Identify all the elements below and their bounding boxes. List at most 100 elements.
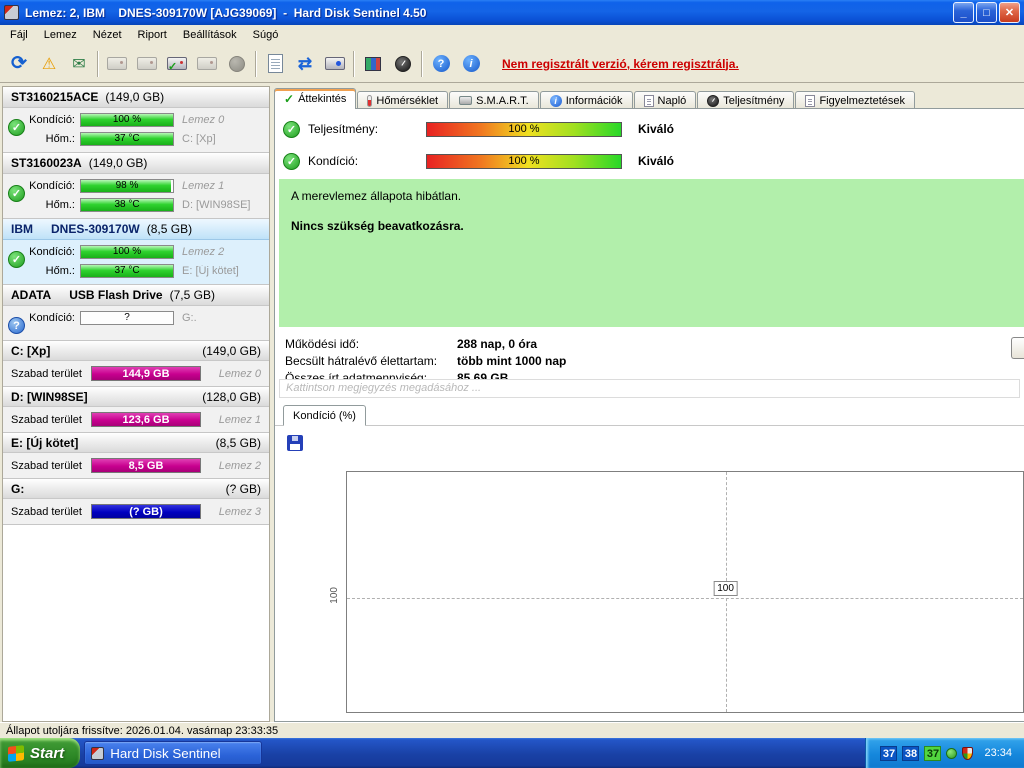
document-icon — [643, 94, 654, 107]
partition-header: D: [WIN98SE] (128,0 GB) — [3, 387, 269, 407]
disk-vendor: IBM — [11, 222, 33, 236]
disk-index: Lemez 1 — [182, 179, 225, 192]
tab-smart[interactable]: S.M.A.R.T. — [449, 91, 539, 109]
partition-list-item[interactable]: C: [Xp] (149,0 GB) Szabad terület 144,9 … — [3, 341, 269, 387]
save-chart-button[interactable] — [285, 433, 305, 453]
menu-view[interactable]: Nézet — [85, 26, 130, 44]
condition-bar: 100 % — [80, 244, 174, 259]
temperature-bar: 38 °C — [80, 197, 174, 212]
partition-list-item[interactable]: D: [WIN98SE] (128,0 GB) Szabad terület 1… — [3, 387, 269, 433]
chart-tab-condition[interactable]: Kondíció (%) — [283, 405, 366, 426]
condition-chart-plot: 100 — [346, 471, 1024, 713]
disk-body: Kondíció: ? G:. — [3, 306, 269, 340]
disk-sphere-button[interactable] — [222, 49, 252, 79]
disk-action-3-button[interactable] — [192, 49, 222, 79]
condition-bar: 100 % — [80, 112, 174, 127]
app-icon — [91, 746, 105, 760]
temperature-bar: 37 °C — [80, 131, 174, 146]
info-button[interactable] — [456, 49, 486, 79]
clipped-edge-button[interactable] — [1011, 337, 1024, 359]
menu-help[interactable]: Súgó — [245, 26, 287, 44]
mail-report-button[interactable] — [64, 49, 94, 79]
disk-list-item[interactable]: ADATA USB Flash Drive (7,5 GB) Kondíció:… — [3, 285, 269, 341]
menu-report[interactable]: Riport — [130, 26, 175, 44]
maximize-button[interactable]: □ — [976, 2, 997, 23]
status-ok-icon — [8, 185, 25, 202]
status-ok-icon — [8, 251, 25, 268]
disk-header: ST3160023A (149,0 GB) — [3, 153, 269, 174]
tray-temperature-2[interactable]: 38 — [902, 745, 920, 761]
performance-label: Teljesítmény: — [308, 122, 379, 136]
tray-status-icon[interactable] — [946, 747, 958, 759]
tab-label: Áttekintés — [298, 93, 347, 105]
disk-model: ST3160215ACE — [11, 90, 99, 104]
tab-alerts[interactable]: Figyelmeztetések — [795, 91, 916, 109]
partition-size: (8,5 GB) — [215, 435, 261, 450]
start-button[interactable]: Start — [0, 738, 81, 768]
partition-body: Szabad terület 123,6 GB Lemez 1 — [3, 407, 269, 432]
disk-list-item[interactable]: ST3160023A (149,0 GB) Kondíció: 98 % Lem… — [3, 153, 269, 219]
performance-bar: 100 % — [426, 121, 622, 137]
stat-row: Becsült hátralévő élettartam: több mint … — [285, 352, 566, 369]
taskbar-app-button[interactable]: Hard Disk Sentinel — [84, 741, 263, 765]
network-disk-button[interactable] — [320, 49, 350, 79]
comment-hint[interactable]: Kattintson megjegyzés megadásához ... — [279, 379, 1020, 398]
disk-action-2-button[interactable] — [132, 49, 162, 79]
disk-size: (8,5 GB) — [146, 222, 193, 236]
document-icon — [267, 54, 283, 73]
tab-information[interactable]: Információk — [539, 91, 633, 109]
close-button[interactable]: ✕ — [999, 2, 1020, 23]
disk-header: ST3160215ACE (149,0 GB) — [3, 87, 269, 108]
sync-arrows-icon — [298, 54, 312, 74]
refresh-button[interactable] — [4, 49, 34, 79]
register-link[interactable]: Nem regisztrált verzió, kérem regisztrál… — [502, 57, 739, 71]
tab-label: Napló — [657, 94, 687, 107]
disk-volume: E: [Új kötet] — [182, 264, 239, 277]
condition-label: Kondíció: — [29, 311, 75, 324]
toolbar-separator — [421, 50, 423, 77]
partition-header: E: [Új kötet] (8,5 GB) — [3, 433, 269, 453]
disk-action-1-button[interactable] — [102, 49, 132, 79]
disk-icon — [137, 57, 157, 70]
disk-vendor: ADATA — [11, 288, 52, 302]
chart-tab-strip-line — [275, 425, 1024, 426]
disk-list-item[interactable]: ST3160215ACE (149,0 GB) Kondíció: 100 % … — [3, 87, 269, 153]
disk-ok-button[interactable] — [162, 49, 192, 79]
taskbar: Start Hard Disk Sentinel 37 38 37 23:34 — [0, 738, 1024, 768]
tab-log[interactable]: Napló — [633, 91, 697, 109]
tab-temperature[interactable]: Hőmérséklet — [357, 91, 449, 109]
warnings-button[interactable] — [34, 49, 64, 79]
performance-button[interactable] — [388, 49, 418, 79]
gauge-icon — [707, 94, 720, 107]
disk-icon — [459, 96, 473, 105]
surface-test-button[interactable] — [358, 49, 388, 79]
tray-temperature-1[interactable]: 37 — [880, 745, 898, 761]
menu-file[interactable]: Fájl — [2, 26, 36, 44]
help-button[interactable] — [426, 49, 456, 79]
tray-temperature-3[interactable]: 37 — [924, 745, 942, 761]
partition-body: Szabad terület 144,9 GB Lemez 0 — [3, 361, 269, 386]
menu-disk[interactable]: Lemez — [36, 26, 85, 44]
security-shield-icon[interactable] — [962, 746, 974, 760]
partition-list-item[interactable]: E: [Új kötet] (8,5 GB) Szabad terület 8,… — [3, 433, 269, 479]
tab-overview[interactable]: Áttekintés — [274, 88, 357, 109]
surface-test-icon — [365, 56, 381, 71]
tab-performance[interactable]: Teljesítmény — [697, 91, 795, 109]
sync-button[interactable] — [290, 49, 320, 79]
toolbar-separator — [97, 50, 99, 77]
toolbar-separator — [255, 50, 257, 77]
temperature-label: Hőm.: — [45, 198, 75, 211]
menu-settings[interactable]: Beállítások — [175, 26, 245, 44]
disk-list-item-selected[interactable]: IBM DNES-309170W (8,5 GB) Kondíció: 100 … — [3, 219, 269, 285]
partition-list-item[interactable]: G: (? GB) Szabad terület (? GB) Lemez 3 — [3, 479, 269, 525]
partition-volume: C: [Xp] — [11, 343, 51, 358]
minimize-button[interactable]: _ — [953, 2, 974, 23]
app-icon — [4, 5, 19, 20]
status-bar: Állapot utoljára frissítve: 2026.01.04. … — [0, 722, 1024, 738]
disk-volume: D: [WIN98SE] — [182, 198, 251, 211]
floppy-disk-icon — [287, 435, 303, 451]
report-button[interactable] — [260, 49, 290, 79]
thermometer-icon — [367, 94, 373, 107]
free-space-label: Szabad terület — [11, 413, 82, 426]
disk-body: Kondíció: 100 % Lemez 0 Hőm.: 37 °C C: [… — [3, 108, 269, 152]
